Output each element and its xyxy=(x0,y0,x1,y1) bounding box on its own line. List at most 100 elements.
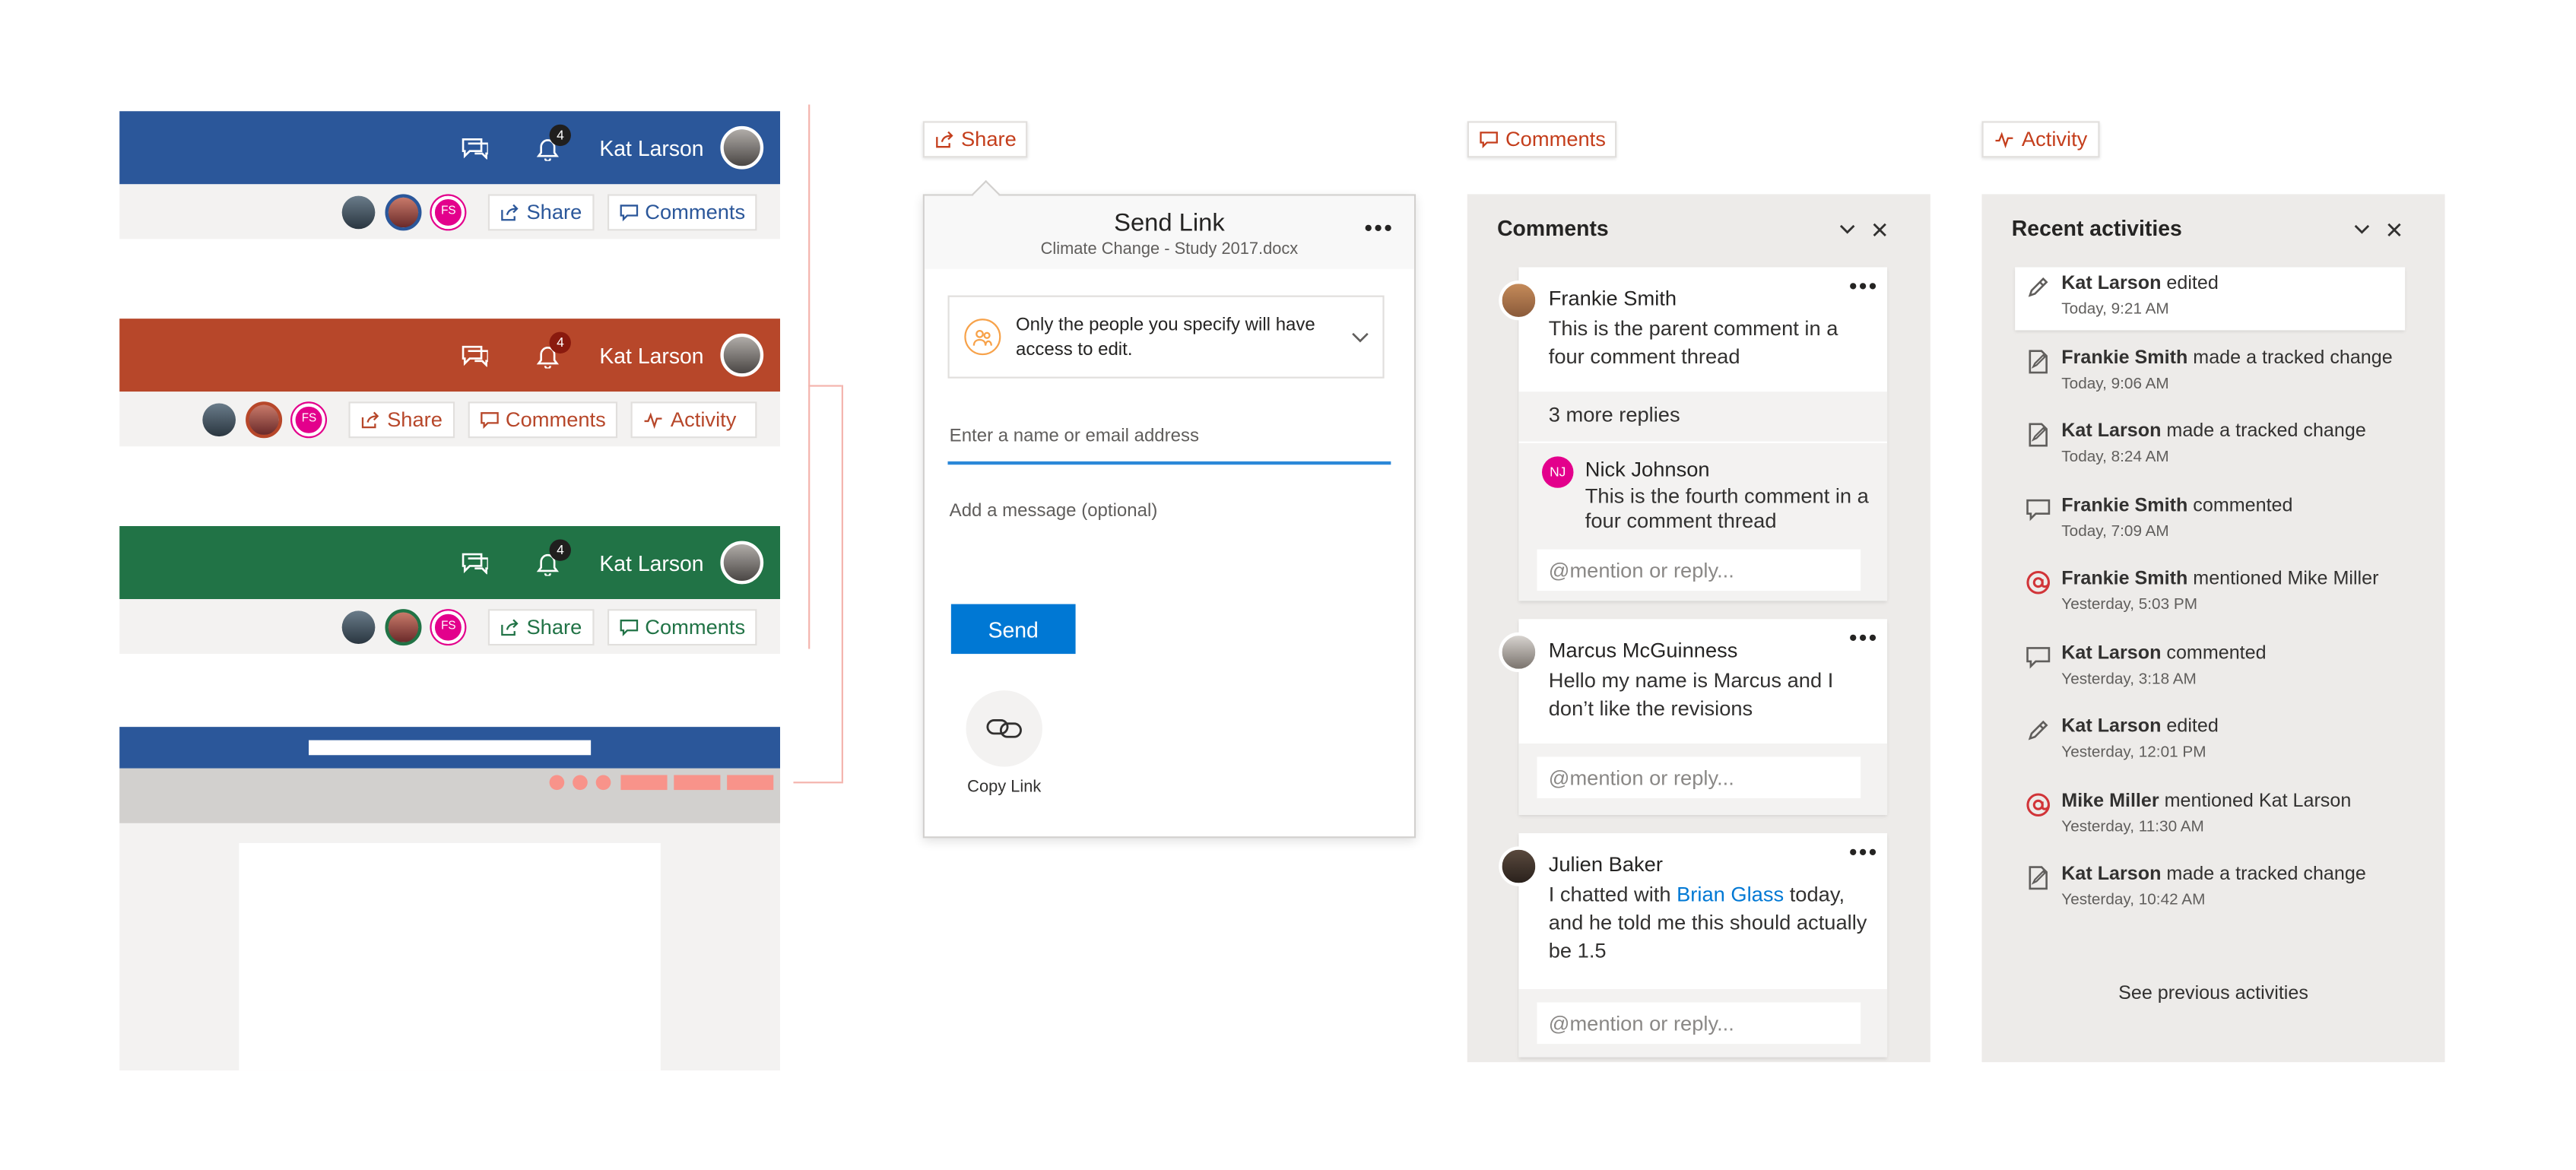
comment-thread: ••• Marcus McGuinness Hello my name is M… xyxy=(1518,619,1888,815)
feedback-icon xyxy=(462,553,489,575)
activity-time: Today, 7:09 AM xyxy=(2061,522,2169,541)
avatar[interactable] xyxy=(246,401,283,438)
tracked-change-icon xyxy=(2029,423,2048,447)
notification-badge: 4 xyxy=(549,331,572,354)
wireframe-dot xyxy=(573,775,588,791)
more-options-icon[interactable]: ••• xyxy=(1364,216,1394,239)
activity-item[interactable]: Kat Larson edited Today, 9:21 AM xyxy=(2015,267,2406,331)
wireframe-ribbon xyxy=(119,768,781,823)
avatar[interactable]: FS xyxy=(432,195,465,229)
more-options-icon[interactable]: ••• xyxy=(1849,840,1879,864)
comment-text: I chatted with Brian Glass today, and he… xyxy=(1549,881,1873,965)
activity-item[interactable]: Frankie Smith commented Today, 7:09 AM xyxy=(2015,489,2405,552)
link-icon xyxy=(986,719,1022,738)
activity-item[interactable]: Kat Larson made a tracked change Today, … xyxy=(2015,415,2405,478)
reply-input[interactable]: @mention or reply... xyxy=(1537,549,1861,591)
activity-text: Mike Miller mentioned Kat Larson xyxy=(2061,791,2351,810)
comment-icon xyxy=(619,204,638,221)
user-avatar[interactable] xyxy=(720,333,764,377)
send-link-dialog: Send Link Climate Change - Study 2017.do… xyxy=(922,179,1416,839)
close-icon[interactable] xyxy=(2387,223,2402,238)
activity-button[interactable]: Activity xyxy=(630,401,757,438)
see-previous-link[interactable]: See previous activities xyxy=(1982,985,2445,1004)
avatar[interactable]: FS xyxy=(432,610,465,643)
user-name[interactable]: Kat Larson xyxy=(599,343,703,368)
share-icon xyxy=(362,411,379,428)
notifications-button[interactable]: 4 xyxy=(526,331,572,377)
connector-line xyxy=(808,385,842,387)
user-avatar[interactable] xyxy=(720,541,764,585)
title-bar: 4 Kat Larson xyxy=(119,319,781,392)
comments-button[interactable]: Comments xyxy=(607,193,757,230)
comments-button[interactable]: Comments xyxy=(607,608,757,645)
close-icon[interactable] xyxy=(1872,223,1887,238)
dialog-subtitle: Climate Change - Study 2017.docx xyxy=(1040,240,1299,259)
wireframe-button xyxy=(727,775,774,791)
activity-item[interactable]: Frankie Smith made a tracked change Toda… xyxy=(2015,341,2405,404)
feedback-button[interactable] xyxy=(453,334,496,377)
avatar[interactable] xyxy=(342,610,376,643)
activity-action: made a tracked change xyxy=(2161,864,2366,885)
activity-item[interactable]: Kat Larson commented Yesterday, 3:18 AM xyxy=(2015,636,2405,699)
comments-tag[interactable]: Comments xyxy=(1467,121,1618,158)
avatar[interactable] xyxy=(385,193,422,230)
mention-icon xyxy=(2026,792,2051,816)
share-icon xyxy=(936,131,953,148)
notification-badge: 4 xyxy=(549,124,572,147)
activity-text: Kat Larson edited xyxy=(2061,274,2219,293)
notifications-button[interactable]: 4 xyxy=(526,124,572,170)
activity-tag[interactable]: Activity xyxy=(1981,121,2099,158)
avatar[interactable] xyxy=(342,195,376,229)
activity-text: Kat Larson made a tracked change xyxy=(2061,864,2366,884)
wireframe-dot xyxy=(595,775,611,791)
user-name[interactable]: Kat Larson xyxy=(599,135,703,160)
feedback-button[interactable] xyxy=(453,126,496,170)
share-button[interactable]: Share xyxy=(348,401,455,438)
activity-user: Frankie Smith xyxy=(2061,347,2188,368)
comments-button[interactable]: Comments xyxy=(467,401,618,438)
activity-action: commented xyxy=(2161,642,2267,664)
share-tag[interactable]: Share xyxy=(922,121,1029,158)
activity-item[interactable]: Frankie Smith mentioned Mike Miller Yest… xyxy=(2015,563,2405,626)
more-options-icon[interactable]: ••• xyxy=(1849,274,1879,297)
activity-item[interactable]: Kat Larson edited Yesterday, 12:01 PM xyxy=(2015,710,2405,773)
activity-item[interactable]: Kat Larson made a tracked change Yesterd… xyxy=(2015,858,2405,921)
avatar[interactable] xyxy=(202,402,236,436)
activity-item[interactable]: Mike Miller mentioned Kat Larson Yesterd… xyxy=(2015,784,2405,847)
user-avatar[interactable] xyxy=(720,125,764,170)
share-button[interactable]: Share xyxy=(488,193,594,230)
mention-link[interactable]: Brian Glass xyxy=(1677,883,1784,906)
copy-link-button[interactable] xyxy=(966,690,1042,767)
comment-text: This is the parent comment in a four com… xyxy=(1548,316,1838,369)
activity-icon xyxy=(1995,132,2013,149)
more-replies-row[interactable]: 3 more replies xyxy=(1518,392,1888,442)
comment-author: Marcus McGuinness xyxy=(1548,639,1738,663)
comment-text: Hello my name is Marcus and I don’t like… xyxy=(1548,668,1834,721)
permission-selector[interactable]: Only the people you specify will have ac… xyxy=(947,295,1385,379)
people-icon xyxy=(964,319,1001,356)
avatar: NJ xyxy=(1542,456,1574,488)
share-button[interactable]: Share xyxy=(488,608,594,645)
feedback-button[interactable] xyxy=(453,541,496,585)
activity-user: Frankie Smith xyxy=(2061,495,2188,515)
send-button[interactable]: Send xyxy=(950,604,1076,655)
recipient-input[interactable]: Enter a name or email address xyxy=(947,418,1391,465)
message-input[interactable]: Add a message (optional) xyxy=(947,501,1391,567)
more-options-icon[interactable]: ••• xyxy=(1849,626,1879,649)
avatar[interactable]: FS xyxy=(292,402,326,436)
user-name[interactable]: Kat Larson xyxy=(599,550,703,575)
connector-line xyxy=(841,385,843,782)
comment-thread: ••• Frankie Smith This is the parent com… xyxy=(1518,267,1888,601)
comments-label: Comments xyxy=(645,614,746,639)
collapse-icon[interactable] xyxy=(2353,224,2370,236)
comment-icon xyxy=(480,411,498,428)
activity-time: Yesterday, 3:18 AM xyxy=(2061,669,2197,688)
activity-text: Frankie Smith mentioned Mike Miller xyxy=(2061,569,2378,589)
notifications-button[interactable]: 4 xyxy=(526,539,572,585)
reply-input[interactable]: @mention or reply... xyxy=(1537,756,1861,799)
avatar[interactable] xyxy=(385,608,422,645)
activity-text: Frankie Smith made a tracked change xyxy=(2061,347,2392,367)
reply-input[interactable]: @mention or reply... xyxy=(1537,1002,1861,1045)
collapse-icon[interactable] xyxy=(1839,224,1856,236)
comments-label: Comments xyxy=(645,200,746,224)
